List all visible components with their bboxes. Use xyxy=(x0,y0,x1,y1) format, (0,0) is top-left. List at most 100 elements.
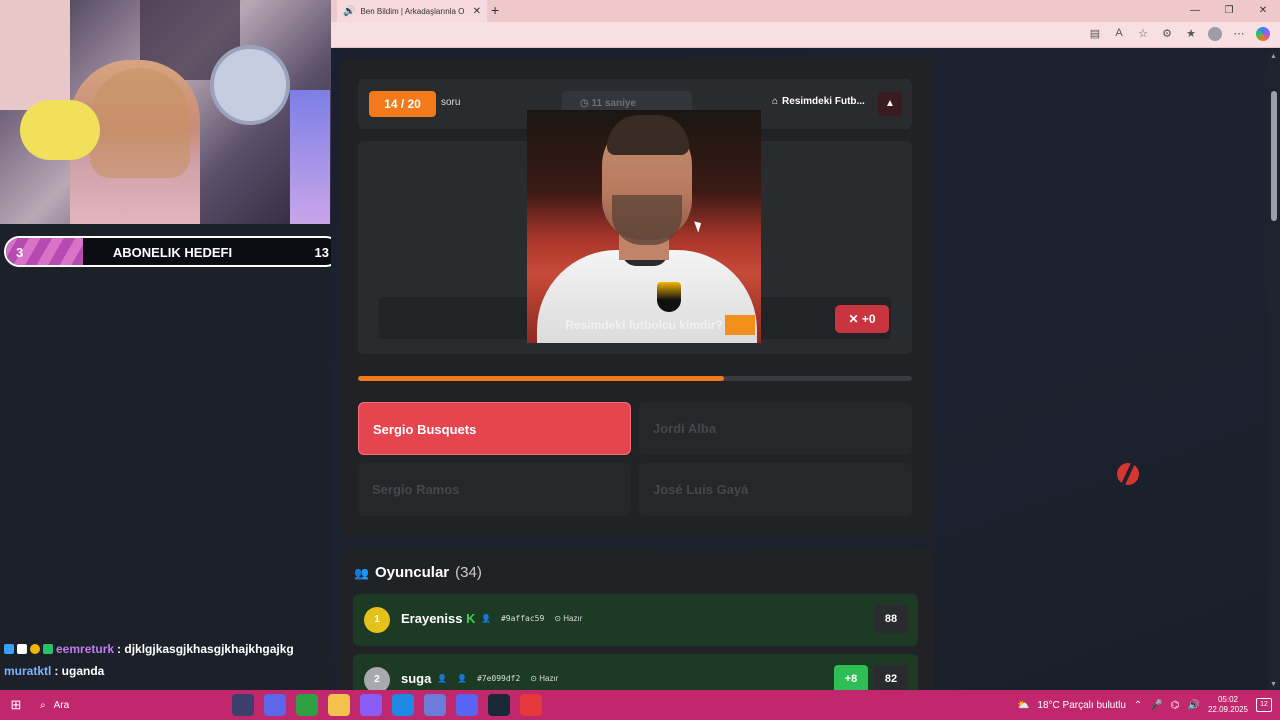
desk-fan xyxy=(210,45,290,125)
system-tray: ⛅ 18°C Parçalı bulutlu ⌃ 🎤 ⌬ 🔊 05:02 22.… xyxy=(1017,690,1272,720)
app-icon[interactable] xyxy=(424,694,446,716)
player-photo: Resimdeki futbolcu kimdir? xyxy=(527,110,761,343)
chat-username[interactable]: muratktl xyxy=(4,664,51,678)
answer-option-4[interactable]: José Luis Gayá xyxy=(639,463,912,516)
steam-icon[interactable] xyxy=(488,694,510,716)
chat-username[interactable]: eemreturk xyxy=(56,642,114,656)
discord-icon[interactable] xyxy=(456,694,478,716)
notification-icon[interactable]: 12 xyxy=(1256,698,1272,712)
player-points: 82 xyxy=(874,665,908,690)
player-row: 2 suga 👤 👤 #7e099df2 ⊙ Hazır +8 82 xyxy=(353,654,918,690)
players-count: (34) xyxy=(455,564,482,581)
favorite-star-icon[interactable]: ☆ xyxy=(1136,27,1150,41)
scrollbar-thumb[interactable] xyxy=(1271,91,1277,221)
obs-icon[interactable] xyxy=(520,694,542,716)
report-button[interactable]: ▲ xyxy=(878,92,902,116)
cat-badge-icon xyxy=(17,644,27,654)
player-points: 88 xyxy=(874,605,908,633)
scroll-down-icon[interactable]: ▼ xyxy=(1270,681,1277,688)
wall-poster xyxy=(0,0,70,110)
stream-chat: eemreturk : djklgjkasgjkhasgjkhajkhgajkg… xyxy=(4,638,334,682)
rank-badge: 2 xyxy=(364,667,390,690)
file-explorer-icon[interactable] xyxy=(328,694,350,716)
player-meta: 👤 #9affac59 ⊙ Hazır xyxy=(481,614,582,623)
score-delta-badge: ✕ +0 xyxy=(835,305,889,333)
edge-icon[interactable] xyxy=(392,694,414,716)
chat-text: : uganda xyxy=(54,664,105,678)
windows-taskbar: ⊞ ⌕ Ara ⛅ 18°C Parçalı bulutlu ⌃ 🎤 ⌬ 🔊 0… xyxy=(0,690,1280,720)
points-delta-badge: +8 xyxy=(834,665,868,690)
favorites-icon[interactable]: ★ xyxy=(1184,27,1198,41)
extensions-icon[interactable]: ⚙ xyxy=(1160,27,1174,41)
store-icon[interactable] xyxy=(360,694,382,716)
page-scrollbar[interactable]: ▲ ▼ xyxy=(1268,49,1280,690)
chrome-icon[interactable] xyxy=(296,694,318,716)
question-word: soru xyxy=(441,97,461,108)
players-panel: 👥 Oyuncular (34) 1 Erayeniss K 👤 #9affac… xyxy=(340,548,934,690)
profile-avatar[interactable] xyxy=(1208,27,1222,41)
read-aloud-icon[interactable]: A xyxy=(1112,27,1126,41)
club-crest-icon xyxy=(657,282,681,312)
volume-icon[interactable]: 🔊 xyxy=(1188,700,1200,711)
player-name-text: Erayeniss xyxy=(401,611,463,626)
speaker-icon[interactable]: 🔊 xyxy=(343,6,355,17)
browser-window: 🔊 Ben Bildim | Arkadaşlarınla O ✕ + — ❐ … xyxy=(331,0,1280,690)
answer-option-2[interactable]: Jordi Alba xyxy=(639,402,912,455)
scroll-up-icon[interactable]: ▲ xyxy=(1270,53,1277,60)
page-content: 14 / 20 soru ◷ 11 saniye ⌂ Resimdeki Fut… xyxy=(331,49,1280,690)
network-icon[interactable]: ⌬ xyxy=(1171,700,1180,711)
rank-badge: 1 xyxy=(364,607,390,633)
question-counter: 14 / 20 xyxy=(369,91,436,117)
timer-text: 11 saniye xyxy=(591,98,636,109)
add-friend-icon[interactable]: 👤 xyxy=(481,614,491,623)
maximize-icon[interactable]: ❐ xyxy=(1212,0,1246,22)
player-name: Erayeniss K xyxy=(401,611,475,626)
copilot-app-icon[interactable] xyxy=(264,694,286,716)
minimize-icon[interactable]: — xyxy=(1178,0,1212,22)
ready-status: ⊙ Hazır xyxy=(554,614,583,623)
users-icon: 👥 xyxy=(354,565,369,580)
split-screen-icon[interactable]: ▤ xyxy=(1088,27,1102,41)
more-icon[interactable]: ⋯ xyxy=(1232,27,1246,41)
browser-toolbar: ▤ A ☆ ⚙ ★ ⋯ xyxy=(331,22,1280,48)
subscription-goal-bar: 3 ABONELIK HEDEFI 13 xyxy=(4,236,341,267)
weather-icon[interactable]: ⛅ xyxy=(1017,700,1029,711)
windows-start-icon[interactable]: ⊞ xyxy=(0,697,32,713)
chat-message: muratktl : uganda xyxy=(4,660,334,682)
taskbar-clock[interactable]: 05:02 22.09.2025 xyxy=(1208,695,1248,715)
new-tab-icon[interactable]: + xyxy=(491,2,499,18)
toolbar-icons: ▤ A ☆ ⚙ ★ ⋯ xyxy=(1088,27,1270,41)
sub-badge-icon xyxy=(43,644,53,654)
clock-time: 05:02 xyxy=(1217,695,1238,704)
answer-option-3[interactable]: Sergio Ramos xyxy=(358,463,631,516)
tab-close-icon[interactable]: ✕ xyxy=(473,6,481,17)
players-title: Oyuncular xyxy=(374,564,450,581)
copilot-icon[interactable] xyxy=(1256,27,1270,41)
x-icon: ✕ xyxy=(848,312,862,326)
close-window-icon[interactable]: ✕ xyxy=(1246,0,1280,22)
question-progress-fill xyxy=(358,376,724,381)
category-label: Resimdeki Futb... xyxy=(782,96,865,107)
search-icon: ⌕ xyxy=(40,699,46,711)
pc-case xyxy=(290,90,330,224)
warning-icon: ▲ xyxy=(885,98,895,109)
add-friend-icon[interactable]: 👤 xyxy=(457,674,467,683)
plush-duck xyxy=(20,100,100,160)
search-placeholder: Ara xyxy=(53,699,70,711)
game-panel: 14 / 20 soru ◷ 11 saniye ⌂ Resimdeki Fut… xyxy=(340,58,934,537)
category-tag: ⌂ Resimdeki Futb... xyxy=(772,96,865,107)
browser-tab[interactable]: 🔊 Ben Bildim | Arkadaşlarınla O ✕ xyxy=(337,0,487,22)
ready-status-text: Hazır xyxy=(539,674,559,683)
player-hash: #9affac59 xyxy=(500,614,545,623)
chat-message: eemreturk : djklgjkasgjkhasgjkhajkhgajkg xyxy=(4,638,334,660)
microphone-icon[interactable]: 🎤 xyxy=(1150,700,1162,711)
weather-text[interactable]: 18°C Parçalı bulutlu xyxy=(1037,700,1126,711)
subscription-goal-target: 13 xyxy=(314,245,329,260)
webcam-feed xyxy=(0,0,331,224)
taskbar-search[interactable]: ⌕ Ara xyxy=(32,700,232,711)
answer-option-1[interactable]: Sergio Busquets xyxy=(358,402,631,455)
chevron-up-icon[interactable]: ⌃ xyxy=(1134,700,1142,711)
tab-title: Ben Bildim | Arkadaşlarınla O xyxy=(360,6,465,16)
task-view-icon[interactable] xyxy=(232,694,254,716)
clock-icon: ◷ xyxy=(580,98,592,109)
